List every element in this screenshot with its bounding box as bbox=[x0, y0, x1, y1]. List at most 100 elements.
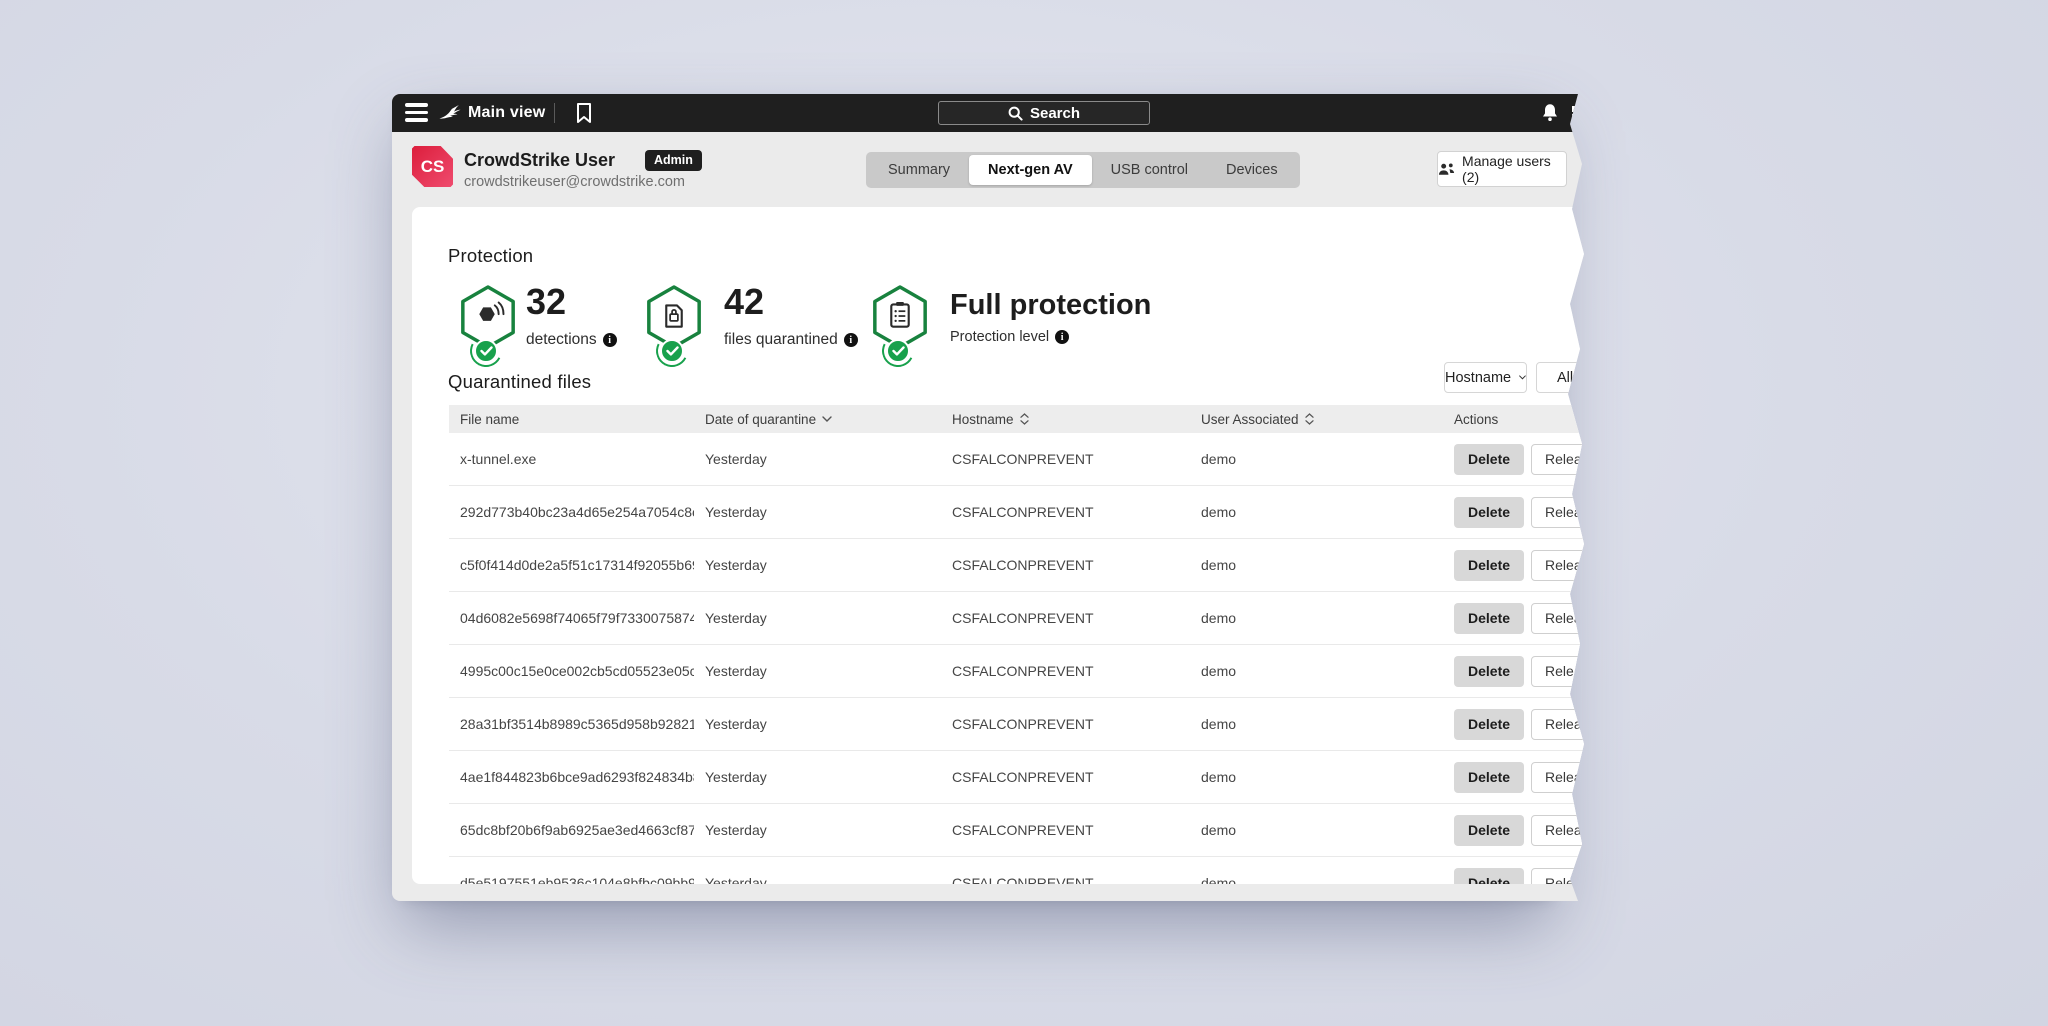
table-row[interactable]: x-tunnel.exe Yesterday CSFALCONPREVENT d… bbox=[449, 433, 1587, 486]
topbar-divider bbox=[554, 103, 555, 123]
info-icon[interactable]: i bbox=[844, 333, 858, 347]
detections-label: detections i bbox=[526, 331, 617, 349]
release-button[interactable]: Release bbox=[1531, 762, 1587, 793]
avatar: CS bbox=[412, 146, 453, 187]
col-file-name: File name bbox=[449, 412, 694, 427]
sort-both-icon bbox=[1305, 413, 1314, 425]
col-user-associated[interactable]: User Associated bbox=[1190, 412, 1443, 427]
delete-button[interactable]: Delete bbox=[1454, 709, 1524, 740]
cell-file-name: 28a31bf3514b8989c5365d958b928212d1505... bbox=[449, 716, 694, 732]
cell-user-associated: demo bbox=[1190, 451, 1443, 467]
delete-button[interactable]: Delete bbox=[1454, 444, 1524, 475]
col-hostname[interactable]: Hostname bbox=[941, 412, 1190, 427]
delete-button[interactable]: Delete bbox=[1454, 550, 1524, 581]
quarantined-label: files quarantined i bbox=[724, 331, 858, 349]
table-row[interactable]: c5f0f414d0de2a5f51c17314f92055b69cb0a9..… bbox=[449, 539, 1587, 592]
table-row[interactable]: d5e5197551eb9536c104e8bfbc09bb940e94... … bbox=[449, 857, 1587, 884]
notifications-bell-icon[interactable] bbox=[1538, 101, 1562, 125]
cell-hostname: CSFALCONPREVENT bbox=[941, 504, 1190, 520]
col-actions: Actions bbox=[1443, 412, 1587, 427]
sort-desc-icon bbox=[822, 416, 832, 422]
delete-button[interactable]: Delete bbox=[1454, 656, 1524, 687]
cell-actions: Delete Release bbox=[1443, 815, 1587, 846]
cell-date-of-quarantine: Yesterday bbox=[694, 663, 941, 679]
cell-user-associated: demo bbox=[1190, 504, 1443, 520]
tab-summary[interactable]: Summary bbox=[869, 155, 969, 185]
release-button[interactable]: Release bbox=[1531, 550, 1587, 581]
table-row[interactable]: 4995c00c15e0ce002cb5cd05523e05c8d556... … bbox=[449, 645, 1587, 698]
tab-next-gen-av[interactable]: Next-gen AV bbox=[969, 155, 1092, 185]
cell-user-associated: demo bbox=[1190, 769, 1443, 785]
main-panel: Protection 32 detections i 42 files q bbox=[412, 207, 1587, 884]
hamburger-menu-icon[interactable] bbox=[405, 103, 428, 123]
delete-button[interactable]: Delete bbox=[1454, 815, 1524, 846]
table-row[interactable]: 28a31bf3514b8989c5365d958b928212d1505...… bbox=[449, 698, 1587, 751]
cell-user-associated: demo bbox=[1190, 663, 1443, 679]
all-filter-button[interactable]: All bbox=[1536, 362, 1587, 393]
cell-hostname: CSFALCONPREVENT bbox=[941, 769, 1190, 785]
table-row[interactable]: 65dc8bf20b6f9ab6925ae3ed4663cf8769f2c...… bbox=[449, 804, 1587, 857]
release-button[interactable]: Release bbox=[1531, 815, 1587, 846]
delete-button[interactable]: Delete bbox=[1454, 603, 1524, 634]
admin-badge: Admin bbox=[645, 150, 702, 171]
tab-devices[interactable]: Devices bbox=[1207, 155, 1297, 185]
cell-actions: Delete Release bbox=[1443, 444, 1587, 475]
protection-level-value: Full protection bbox=[950, 289, 1151, 322]
cell-hostname: CSFALCONPREVENT bbox=[941, 822, 1190, 838]
cell-file-name: x-tunnel.exe bbox=[449, 451, 694, 467]
bookmark-icon[interactable] bbox=[574, 102, 594, 124]
search-placeholder: Search bbox=[1030, 105, 1080, 122]
manage-users-button[interactable]: Manage users (2) bbox=[1437, 151, 1567, 187]
cell-user-associated: demo bbox=[1190, 610, 1443, 626]
hostname-filter-dropdown[interactable]: Hostname bbox=[1444, 362, 1527, 393]
cell-file-name: 65dc8bf20b6f9ab6925ae3ed4663cf8769f2c... bbox=[449, 822, 694, 838]
cell-actions: Delete Release bbox=[1443, 603, 1587, 634]
cell-file-name: 04d6082e5698f74065f79f733007587428339... bbox=[449, 610, 694, 626]
delete-button[interactable]: Delete bbox=[1454, 762, 1524, 793]
release-button[interactable]: Release bbox=[1531, 868, 1587, 885]
app-window: Main view Search CS CrowdStrike User Adm… bbox=[392, 94, 1588, 901]
col-date-of-quarantine[interactable]: Date of quarantine bbox=[694, 412, 941, 427]
search-icon bbox=[1008, 106, 1023, 121]
cell-user-associated: demo bbox=[1190, 716, 1443, 732]
info-icon[interactable]: i bbox=[603, 333, 617, 347]
cell-date-of-quarantine: Yesterday bbox=[694, 875, 941, 884]
cell-date-of-quarantine: Yesterday bbox=[694, 557, 941, 573]
quarantined-files-heading: Quarantined files bbox=[448, 371, 591, 393]
cell-actions: Delete Release bbox=[1443, 497, 1587, 528]
cell-date-of-quarantine: Yesterday bbox=[694, 716, 941, 732]
table-row[interactable]: 292d773b40bc23a4d65e254a7054c8e9e06e... … bbox=[449, 486, 1587, 539]
release-button[interactable]: Release bbox=[1531, 656, 1587, 687]
profile-email: crowdstrikeuser@crowdstrike.com bbox=[464, 174, 685, 190]
check-circle-icon bbox=[886, 339, 910, 363]
release-button[interactable]: Release bbox=[1531, 603, 1587, 634]
tab-usb-control[interactable]: USB control bbox=[1092, 155, 1207, 185]
protection-heading: Protection bbox=[448, 245, 533, 267]
delete-button[interactable]: Delete bbox=[1454, 868, 1524, 885]
profile-name: CrowdStrike User bbox=[464, 150, 615, 171]
users-icon bbox=[1438, 162, 1455, 177]
cell-hostname: CSFALCONPREVENT bbox=[941, 875, 1190, 884]
cell-file-name: d5e5197551eb9536c104e8bfbc09bb940e94... bbox=[449, 875, 694, 884]
partial-cropped-icon bbox=[1572, 102, 1596, 126]
info-icon[interactable]: i bbox=[1055, 330, 1069, 344]
release-button[interactable]: Release bbox=[1531, 709, 1587, 740]
quarantined-files-table: File name Date of quarantine Hostname Us… bbox=[449, 405, 1587, 884]
cell-file-name: 292d773b40bc23a4d65e254a7054c8e9e06e... bbox=[449, 504, 694, 520]
cell-actions: Delete Release bbox=[1443, 550, 1587, 581]
release-button[interactable]: Release bbox=[1531, 444, 1587, 475]
delete-button[interactable]: Delete bbox=[1454, 497, 1524, 528]
protection-level-label: Protection level i bbox=[950, 329, 1069, 345]
cell-hostname: CSFALCONPREVENT bbox=[941, 557, 1190, 573]
main-view-label: Main view bbox=[468, 104, 545, 122]
top-navigation-bar: Main view Search bbox=[392, 94, 1588, 132]
release-button[interactable]: Release bbox=[1531, 497, 1587, 528]
table-row[interactable]: 04d6082e5698f74065f79f733007587428339...… bbox=[449, 592, 1587, 645]
cell-user-associated: demo bbox=[1190, 875, 1443, 884]
cell-date-of-quarantine: Yesterday bbox=[694, 822, 941, 838]
cell-actions: Delete Release bbox=[1443, 656, 1587, 687]
crowdstrike-falcon-icon[interactable] bbox=[438, 101, 462, 125]
cell-date-of-quarantine: Yesterday bbox=[694, 504, 941, 520]
search-input[interactable]: Search bbox=[938, 101, 1150, 125]
table-row[interactable]: 4ae1f844823b6bce9ad6293f824834b8cafec...… bbox=[449, 751, 1587, 804]
